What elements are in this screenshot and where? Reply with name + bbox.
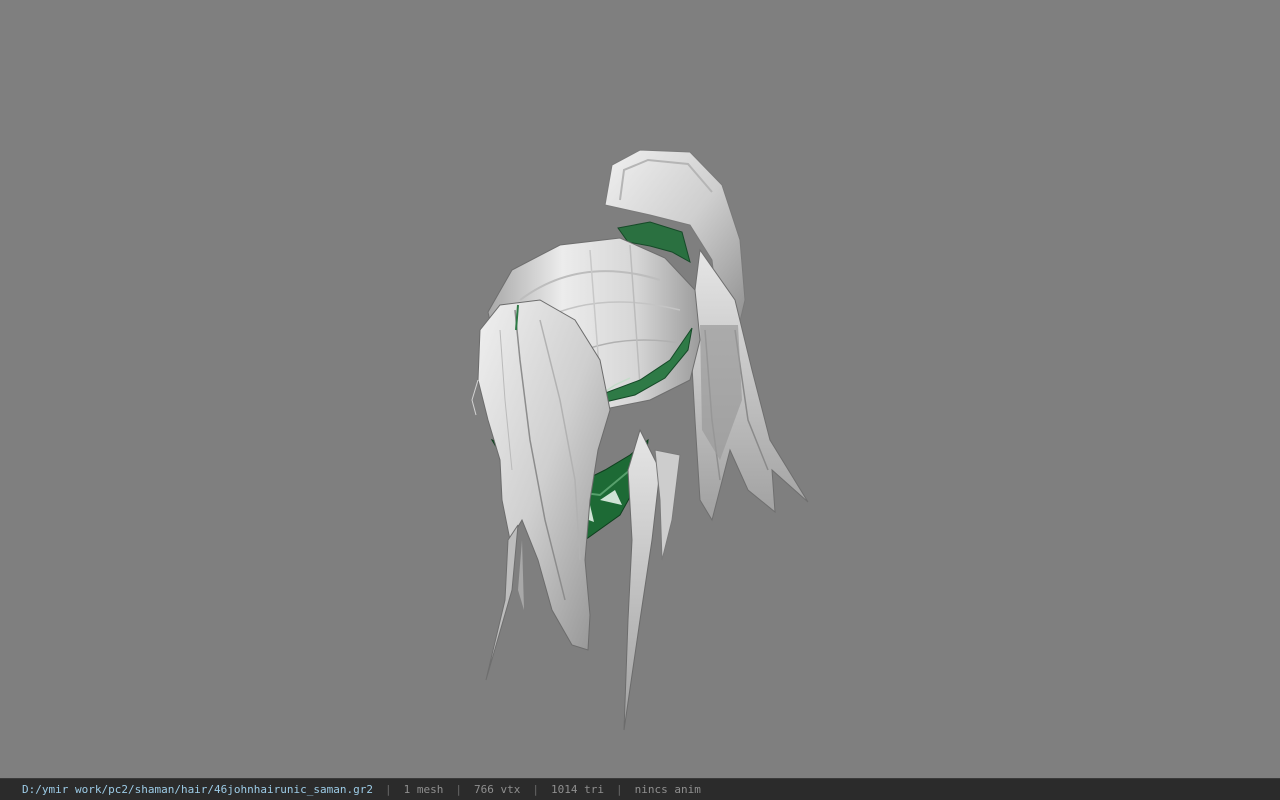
status-separator: | xyxy=(615,783,623,796)
status-bar: D:/ymir work/pc2/shaman/hair/46johnhairu… xyxy=(0,778,1280,800)
status-separator: | xyxy=(455,783,462,796)
long-strand xyxy=(623,428,661,731)
file-path: D:/ymir work/pc2/shaman/hair/46johnhairu… xyxy=(22,783,373,796)
triangle-count: 1014 tri xyxy=(550,783,604,796)
animation-status: nincs anim xyxy=(634,783,701,796)
status-separator: | xyxy=(385,783,392,796)
mesh-count: 1 mesh xyxy=(403,783,444,796)
3d-viewport[interactable] xyxy=(0,0,1280,778)
vertex-count: 766 vtx xyxy=(474,783,521,796)
status-separator: | xyxy=(532,783,539,796)
hair-model[interactable] xyxy=(0,0,1280,778)
front-sidelock xyxy=(477,299,611,651)
